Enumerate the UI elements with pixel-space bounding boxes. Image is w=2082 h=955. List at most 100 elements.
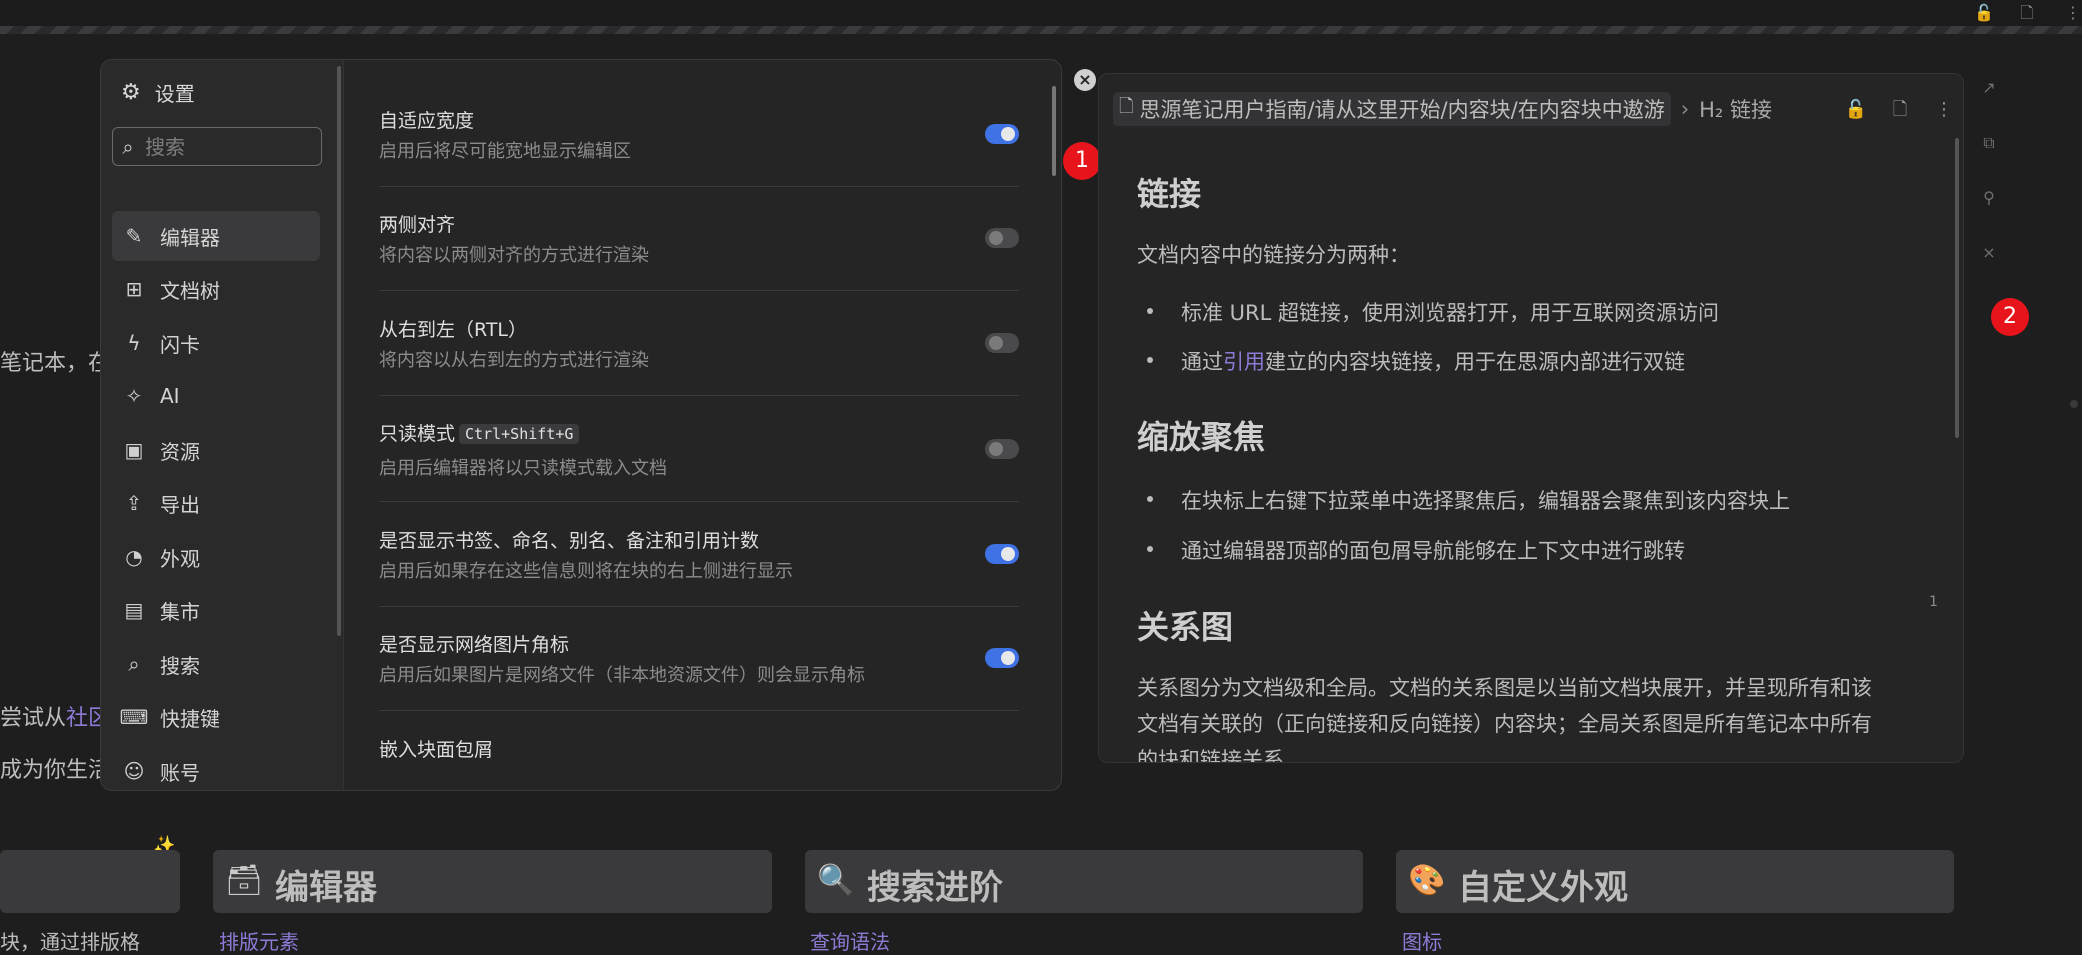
store-icon: ▤ [124, 598, 144, 622]
document-icon[interactable]: 🗋 [1888, 98, 1912, 122]
breadcrumb-path[interactable]: 🗋 思源笔记用户指南/请从这里开始/内容块/在内容块中遨游 [1113, 92, 1671, 126]
bg-text-line: 成为你生活 [0, 758, 111, 783]
sidebar-item-account[interactable]: ☺ 账号 [112, 746, 320, 790]
bg-text-line: 笔记本，在 [0, 351, 111, 376]
toggle-justify[interactable] [985, 228, 1019, 248]
settings-sidebar: ⚙ 设置 ⌕ ✎ 编辑器 ⊞ 文档树 ϟ 闪卡 ✧ AI ▣ 资源 ⇪ 导出 [101, 60, 344, 790]
books-icon: 🗃 [225, 863, 264, 898]
paragraph: 文档内容中的链接分为两种： [1137, 243, 1410, 267]
feature-card[interactable] [0, 850, 180, 913]
setting-justify: 两侧对齐 将内容以两侧对齐的方式进行渲染 [379, 210, 1019, 291]
user-icon: ☺ [123, 759, 145, 783]
sidebar-item-label: 外观 [160, 546, 200, 571]
sidebar-item-label: 集市 [160, 599, 200, 624]
settings-title: 设置 [154, 82, 195, 106]
more-icon[interactable]: ⋮ [1932, 98, 1956, 122]
sparkle-icon: ✧ [125, 384, 143, 408]
setting-label: 从右到左（RTL） [379, 319, 528, 341]
list-item: 标准 URL 超链接，使用浏览器打开，用于互联网资源访问 [1146, 297, 1719, 327]
sidebar-item-doctree[interactable]: ⊞ 文档树 [112, 264, 320, 314]
bg-text-line: 尝试从社区 [0, 706, 111, 731]
pin-icon[interactable]: ⚲ [1979, 188, 1999, 208]
document-icon[interactable]: 🗋 [2018, 4, 2036, 22]
heading-graph: 关系图 [1137, 608, 1234, 646]
setting-label: 是否显示网络图片角标 [379, 634, 570, 656]
sidebar-item-label: 账号 [160, 760, 200, 785]
feature-card-appearance[interactable]: 🎨 自定义外观 [1396, 850, 1954, 913]
toggle-show-bookmark[interactable] [985, 544, 1019, 564]
feature-card-editor[interactable]: 🗃 编辑器 [213, 850, 772, 913]
setting-desc: 将内容以从右到左的方式进行渲染 [379, 350, 649, 371]
search-icon: ⌕ [128, 652, 140, 676]
lightning-icon: ϟ [127, 331, 141, 355]
annotation-badge-2: 2 [1991, 298, 2029, 336]
sidebar-item-editor[interactable]: ✎ 编辑器 [112, 211, 320, 261]
setting-desc: 启用后如果图片是网络文件（非本地资源文件）则会显示角标 [379, 665, 865, 686]
floating-editor-panel: 🗋 思源笔记用户指南/请从这里开始/内容块/在内容块中遨游 › H₂ 链接 🔓 … [1098, 73, 1964, 763]
toggle-rtl[interactable] [985, 333, 1019, 353]
card-link[interactable]: 图标 [1402, 926, 1442, 955]
palette-icon: ◔ [125, 545, 143, 569]
settings-search[interactable]: ⌕ [112, 127, 322, 166]
close-icon[interactable]: × [1074, 69, 1096, 91]
annotation-badge-1: 1 [1063, 142, 1101, 180]
paragraph: 的块和链接关系。 [1137, 748, 1305, 763]
settings-header: ⚙ 设置 [121, 78, 195, 107]
panel-scrollbar[interactable] [1955, 138, 1959, 438]
sidebar-item-search[interactable]: ⌕ 搜索 [112, 639, 320, 689]
sidebar-item-export[interactable]: ⇪ 导出 [112, 478, 320, 528]
ref-link[interactable]: 引用 [1223, 350, 1265, 374]
setting-desc: 启用后如果存在这些信息则将在块的右上侧进行显示 [379, 561, 793, 582]
sidebar-item-label: 快捷键 [160, 706, 220, 731]
feature-card-search[interactable]: 🔍 搜索进阶 [805, 850, 1363, 913]
search-icon: ⌕ [122, 134, 134, 159]
breadcrumb-current[interactable]: H₂ 链接 [1699, 94, 1772, 124]
sidebar-item-ai[interactable]: ✧ AI [112, 371, 320, 421]
toggle-adaptive-width[interactable] [985, 124, 1019, 144]
gear-icon: ⚙ [121, 80, 141, 105]
expand-icon[interactable]: ↗ [1979, 78, 1999, 98]
settings-search-input[interactable] [143, 133, 307, 160]
upload-icon: ⇪ [125, 491, 143, 515]
magnifier-icon: 🔍 [817, 863, 855, 898]
sidebar-scrollbar[interactable] [337, 66, 341, 636]
sidebar-item-flashcard[interactable]: ϟ 闪卡 [112, 318, 320, 368]
sidebar-item-keymap[interactable]: ⌨ 快捷键 [112, 692, 320, 742]
card-link[interactable]: 查询语法 [810, 926, 890, 955]
ref-counter[interactable]: 1 [1929, 594, 1938, 610]
setting-desc: 启用后编辑器将以只读模式载入文档 [379, 458, 667, 479]
open-window-icon[interactable]: ⧉ [1979, 133, 1999, 153]
heading-links: 链接 [1137, 175, 1202, 213]
setting-label: 嵌入块面包屑 [379, 739, 494, 761]
more-icon[interactable]: ⋮ [2064, 4, 2082, 22]
list-item: 通过编辑器顶部的面包屑导航能够在上下文中进行跳转 [1147, 535, 1685, 565]
card-link[interactable]: 块，通过排版格 [0, 926, 140, 955]
setting-show-bookmark: 是否显示书签、命名、别名、备注和引用计数 启用后如果存在这些信息则将在块的右上侧… [379, 526, 1019, 607]
setting-label: 两侧对齐 [379, 214, 456, 236]
lock-icon[interactable]: 🔓 [1974, 4, 1994, 22]
toggle-net-image-mark[interactable] [985, 648, 1019, 668]
sidebar-item-bazaar[interactable]: ▤ 集市 [112, 585, 320, 635]
setting-label: 只读模式 Ctrl+Shift+G [379, 419, 580, 446]
settings-content: 自适应宽度 启用后将尽可能宽地显示编辑区 两侧对齐 将内容以两侧对齐的方式进行渲… [344, 60, 1061, 790]
close-icon[interactable]: × [1979, 243, 1999, 263]
pencil-icon: ✎ [125, 224, 143, 248]
keyboard-icon: ⌨ [119, 705, 149, 729]
sidebar-item-appearance[interactable]: ◔ 外观 [112, 532, 320, 582]
setting-rtl: 从右到左（RTL） 将内容以从右到左的方式进行渲染 [379, 315, 1019, 396]
sidebar-item-label: 编辑器 [160, 225, 220, 250]
toggle-readonly[interactable] [985, 439, 1019, 459]
list-item: 通过引用建立的内容块链接，用于在思源内部进行双链 [1147, 346, 1685, 376]
card-title: 搜索进阶 [867, 868, 1003, 908]
card-title: 自定义外观 [1458, 868, 1628, 908]
lock-icon[interactable]: 🔓 [1844, 98, 1868, 122]
setting-readonly: 只读模式 Ctrl+Shift+G 启用后编辑器将以只读模式载入文档 [379, 419, 1019, 502]
paragraph: 关系图分为文档级和全局。文档的关系图是以当前文档块展开，并呈现所有和该 [1137, 676, 1872, 700]
content-scrollbar[interactable] [1052, 86, 1056, 176]
sidebar-item-assets[interactable]: ▣ 资源 [112, 425, 320, 475]
sidebar-item-label: 资源 [160, 439, 200, 464]
palette-icon: 🎨 [1408, 863, 1446, 898]
sidebar-item-label: 导出 [160, 492, 200, 517]
card-link[interactable]: 排版元素 [219, 926, 299, 955]
scroll-indicator[interactable] [2070, 400, 2078, 408]
